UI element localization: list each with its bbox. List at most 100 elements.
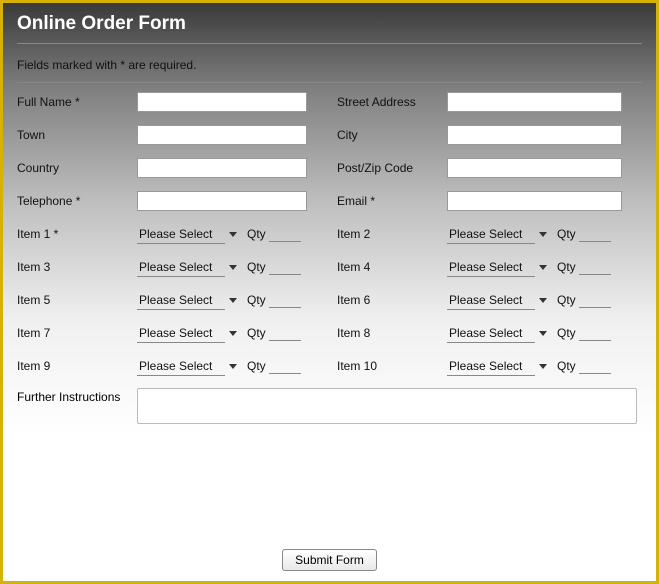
qty-input-item4[interactable] (579, 259, 611, 275)
select-item4[interactable]: Please Select (447, 258, 557, 277)
row-item-5-6: Item 5 Please Select Qty Item 6 Please S… (17, 289, 642, 311)
row-town-city: Town City (17, 124, 642, 146)
input-full-name[interactable] (137, 92, 307, 112)
input-town[interactable] (137, 125, 307, 145)
select-text-item7: Please Select (137, 324, 225, 343)
qty-input-item2[interactable] (579, 226, 611, 242)
label-telephone: Telephone * (17, 194, 137, 208)
select-item3[interactable]: Please Select (137, 258, 247, 277)
select-item5[interactable]: Please Select (137, 291, 247, 310)
input-country[interactable] (137, 158, 307, 178)
label-city: City (337, 128, 447, 142)
row-country-zip: Country Post/Zip Code (17, 157, 642, 179)
row-name-address: Full Name * Street Address (17, 91, 642, 113)
select-text-item5: Please Select (137, 291, 225, 310)
qty-label-item7: Qty (247, 326, 266, 340)
qty-input-item3[interactable] (269, 259, 301, 275)
col-item1: Item 1 * Please Select Qty (17, 225, 337, 244)
input-street-address[interactable] (447, 92, 622, 112)
select-item8[interactable]: Please Select (447, 324, 557, 343)
col-zip: Post/Zip Code (337, 158, 642, 178)
submit-button[interactable]: Submit Form (282, 549, 377, 571)
chevron-down-icon (539, 331, 547, 336)
row-item-1-2: Item 1 * Please Select Qty Item 2 Please… (17, 223, 642, 245)
input-telephone[interactable] (137, 191, 307, 211)
label-town: Town (17, 128, 137, 142)
label-full-name: Full Name * (17, 95, 137, 109)
form-header: Online Order Form (3, 3, 656, 43)
col-street-address: Street Address (337, 92, 642, 112)
label-item9: Item 9 (17, 359, 137, 373)
select-text-item1: Please Select (137, 225, 225, 244)
row-item-7-8: Item 7 Please Select Qty Item 8 Please S… (17, 322, 642, 344)
input-email[interactable] (447, 191, 622, 211)
qty-label-item6: Qty (557, 293, 576, 307)
qty-input-item10[interactable] (579, 358, 611, 374)
select-item1[interactable]: Please Select (137, 225, 247, 244)
select-text-item2: Please Select (447, 225, 535, 244)
chevron-down-icon (539, 265, 547, 270)
col-email: Email * (337, 191, 642, 211)
input-further-instructions[interactable] (137, 388, 637, 424)
qty-label-item10: Qty (557, 359, 576, 373)
label-further-instructions: Further Instructions (17, 388, 137, 404)
chevron-down-icon (539, 364, 547, 369)
qty-input-item9[interactable] (269, 358, 301, 374)
qty-input-item6[interactable] (579, 292, 611, 308)
label-zip: Post/Zip Code (337, 161, 447, 175)
select-text-item8: Please Select (447, 324, 535, 343)
row-item-9-10: Item 9 Please Select Qty Item 10 Please … (17, 355, 642, 377)
row-item-3-4: Item 3 Please Select Qty Item 4 Please S… (17, 256, 642, 278)
label-item7: Item 7 (17, 326, 137, 340)
label-street-address: Street Address (337, 95, 447, 109)
select-text-item10: Please Select (447, 357, 535, 376)
label-item2: Item 2 (337, 227, 447, 241)
select-text-item6: Please Select (447, 291, 535, 310)
select-item6[interactable]: Please Select (447, 291, 557, 310)
col-item4: Item 4 Please Select Qty (337, 258, 642, 277)
label-item3: Item 3 (17, 260, 137, 274)
form-title: Online Order Form (17, 13, 642, 35)
qty-label-item2: Qty (557, 227, 576, 241)
select-item2[interactable]: Please Select (447, 225, 557, 244)
col-item10: Item 10 Please Select Qty (337, 357, 642, 376)
chevron-down-icon (229, 364, 237, 369)
qty-label-item3: Qty (247, 260, 266, 274)
qty-label-item1: Qty (247, 227, 266, 241)
select-text-item9: Please Select (137, 357, 225, 376)
col-item3: Item 3 Please Select Qty (17, 258, 337, 277)
col-item9: Item 9 Please Select Qty (17, 357, 337, 376)
select-text-item3: Please Select (137, 258, 225, 277)
col-country: Country (17, 158, 337, 178)
col-item8: Item 8 Please Select Qty (337, 324, 642, 343)
qty-input-item5[interactable] (269, 292, 301, 308)
select-item7[interactable]: Please Select (137, 324, 247, 343)
qty-input-item8[interactable] (579, 325, 611, 341)
col-town: Town (17, 125, 337, 145)
chevron-down-icon (229, 331, 237, 336)
col-item2: Item 2 Please Select Qty (337, 225, 642, 244)
label-item5: Item 5 (17, 293, 137, 307)
form-frame: Online Order Form Fields marked with * a… (0, 0, 659, 584)
chevron-down-icon (539, 232, 547, 237)
qty-label-item9: Qty (247, 359, 266, 373)
label-item10: Item 10 (337, 359, 447, 373)
qty-label-item4: Qty (557, 260, 576, 274)
qty-input-item7[interactable] (269, 325, 301, 341)
required-note: Fields marked with * are required. (3, 44, 656, 82)
input-zip[interactable] (447, 158, 622, 178)
label-item1: Item 1 * (17, 227, 137, 241)
col-item5: Item 5 Please Select Qty (17, 291, 337, 310)
qty-input-item1[interactable] (269, 226, 301, 242)
input-city[interactable] (447, 125, 622, 145)
qty-label-item8: Qty (557, 326, 576, 340)
chevron-down-icon (229, 265, 237, 270)
label-email: Email * (337, 194, 447, 208)
label-item8: Item 8 (337, 326, 447, 340)
select-text-item4: Please Select (447, 258, 535, 277)
select-item9[interactable]: Please Select (137, 357, 247, 376)
chevron-down-icon (539, 298, 547, 303)
col-item6: Item 6 Please Select Qty (337, 291, 642, 310)
col-item7: Item 7 Please Select Qty (17, 324, 337, 343)
select-item10[interactable]: Please Select (447, 357, 557, 376)
